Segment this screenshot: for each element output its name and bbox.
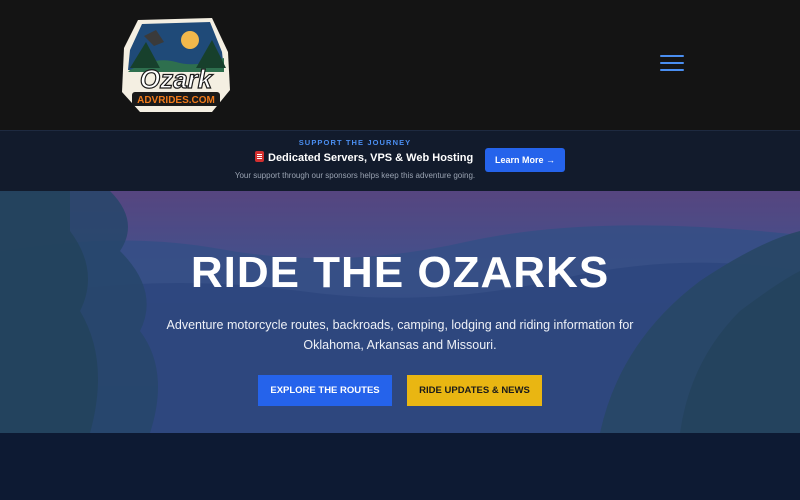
server-icon [255,151,264,162]
sponsor-title-text: Dedicated Servers, VPS & Web Hosting [268,152,474,164]
sponsor-kicker: SUPPORT THE JOURNEY [298,138,412,147]
logo-wordmark: Ozark [140,64,214,94]
hero-background-image [0,191,800,433]
learn-more-button[interactable]: Learn More → [485,148,565,172]
hero-description: Adventure motorcycle routes, backroads, … [166,318,634,352]
logo-domain: ADVRIDES.COM [137,95,215,106]
hamburger-menu-icon[interactable] [660,55,684,75]
hero-section [0,191,800,433]
hero-title: RIDE THE OZARKS [190,248,610,297]
ride-updates-button[interactable]: RIDE UPDATES & NEWS [407,375,542,406]
explore-routes-button[interactable]: EXPLORE THE ROUTES [258,375,392,406]
site-header: Ozark ADVRIDES.COM [0,0,800,130]
sponsor-title: Dedicated Servers, VPS & Web Hosting [255,151,473,164]
sponsor-subtitle: Your support through our sponsors helps … [234,171,476,180]
site-logo[interactable]: Ozark ADVRIDES.COM [116,12,236,116]
content-section [0,433,800,500]
